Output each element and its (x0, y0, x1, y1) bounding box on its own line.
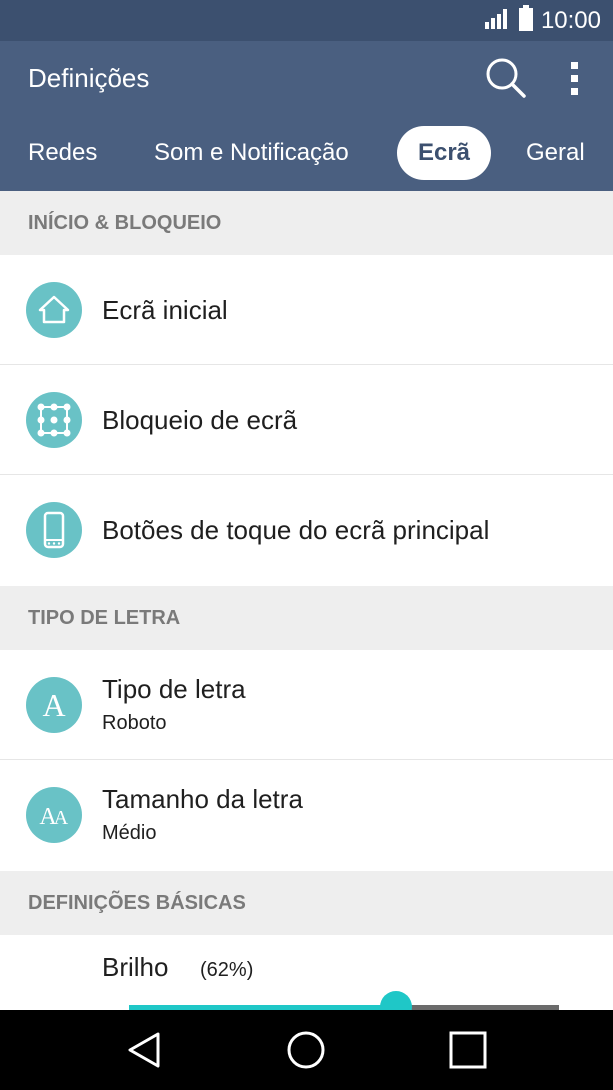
svg-text:A: A (42, 687, 65, 723)
item-title: Ecrã inicial (102, 295, 228, 325)
item-title: Tipo de letra (102, 674, 246, 704)
more-vert-icon[interactable] (560, 56, 590, 100)
tab-bar: Redes Som e Notificação Ecrã Geral (0, 116, 613, 191)
brightness-value: (62%) (200, 959, 254, 981)
item-title: Botões de toque do ecrã principal (102, 515, 490, 545)
item-title: Tamanho da letra (102, 784, 303, 814)
list-item-ecra-inicial[interactable]: Ecrã inicial (0, 255, 613, 365)
phone-icon (26, 502, 82, 558)
app-bar: Definições (0, 41, 613, 116)
item-title: Bloqueio de ecrã (102, 405, 298, 435)
item-subtitle: Médio (102, 822, 157, 844)
page-title: Definições (28, 63, 150, 93)
brightness-label: Brilho (102, 952, 169, 982)
tab-ecra[interactable]: Ecrã (397, 126, 491, 180)
status-bar: 10:00 (0, 0, 613, 41)
home-nav-icon[interactable] (284, 1028, 328, 1072)
recent-apps-icon[interactable] (446, 1028, 490, 1072)
list-item-tamanho-da-letra[interactable]: A A Tamanho da letra Médio (0, 760, 613, 870)
settings-screen: 10:00 Definições Redes Som e Notificação… (0, 0, 613, 1090)
list-item-botoes-de-toque[interactable]: Botões de toque do ecrã principal (0, 475, 613, 585)
battery-icon (518, 5, 533, 36)
list-item-tipo-de-letra[interactable]: A Tipo de letra Roboto (0, 650, 613, 760)
tab-som-e-notificacao[interactable]: Som e Notificação (154, 126, 349, 180)
status-time: 10:00 (540, 7, 601, 34)
item-subtitle: Roboto (102, 712, 167, 734)
search-icon[interactable] (484, 56, 528, 100)
font-type-icon: A (26, 677, 82, 733)
tab-geral[interactable]: Geral (526, 126, 585, 180)
brightness-row: Brilho (62%) (0, 936, 613, 1023)
home-icon (26, 282, 82, 338)
list-item-bloqueio-de-ecra[interactable]: Bloqueio de ecrã (0, 365, 613, 475)
svg-text:A: A (54, 807, 69, 829)
section-header-inicio-bloqueio: INÍCIO & BLOQUEIO (0, 191, 613, 255)
section-header-tipo-de-letra: TIPO DE LETRA (0, 586, 613, 650)
tab-redes[interactable]: Redes (28, 126, 97, 180)
font-size-icon: A A (26, 787, 82, 843)
pattern-lock-icon (26, 392, 82, 448)
status-indicators: 10:00 (484, 0, 601, 41)
back-icon[interactable] (122, 1028, 166, 1072)
section-header-definicoes-basicas: DEFINIÇÕES BÁSICAS (0, 871, 613, 935)
navigation-bar (0, 1010, 613, 1090)
signal-icon (484, 7, 511, 34)
